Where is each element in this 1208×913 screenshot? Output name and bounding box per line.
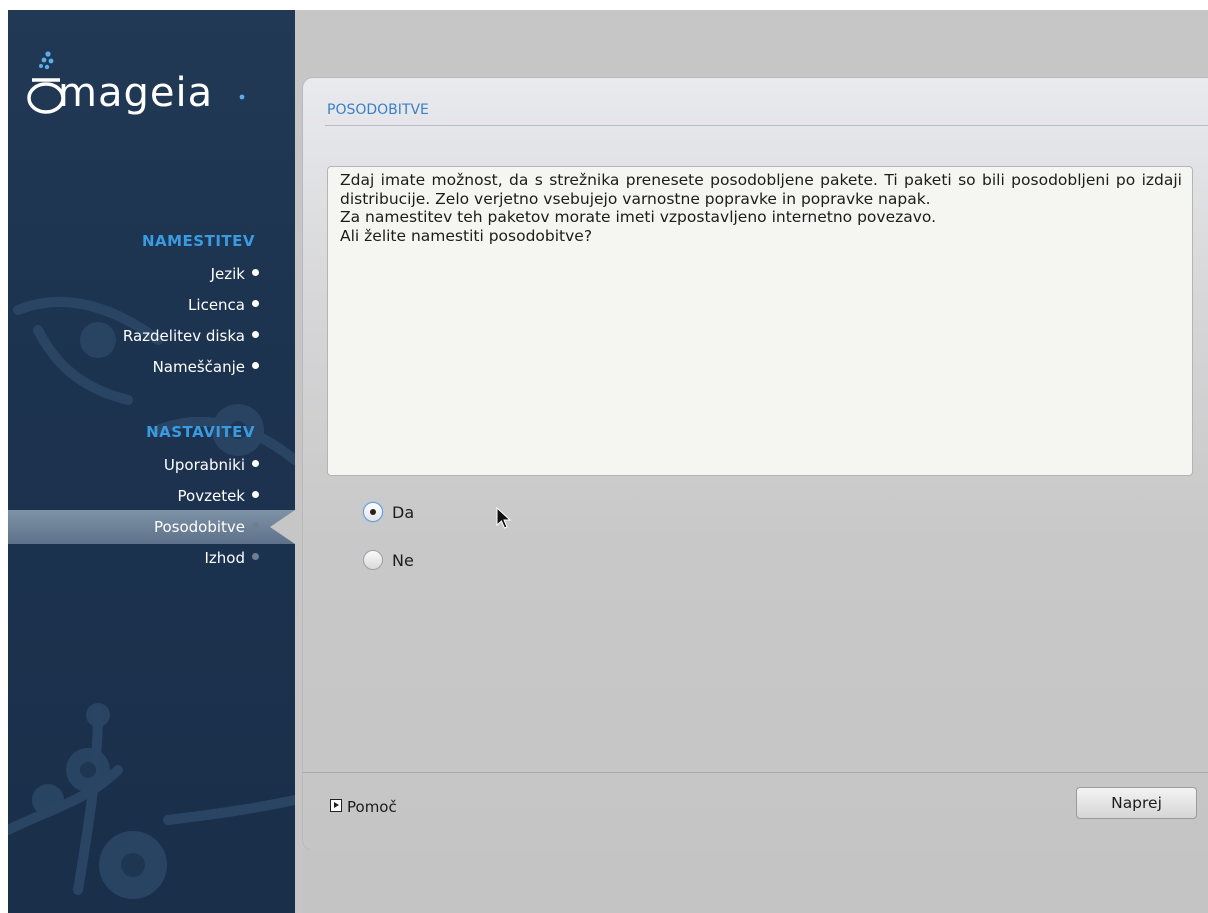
active-step-arrow bbox=[270, 510, 295, 544]
step-done-dot-icon bbox=[252, 362, 259, 369]
description-line: Za namestitev teh paketov morate imeti v… bbox=[340, 208, 937, 226]
step-done-dot-icon bbox=[252, 300, 259, 307]
description-paragraph: Zdaj imate možnost, da s strežnika prene… bbox=[340, 171, 1182, 208]
section-title-configure: NASTAVITEV bbox=[146, 423, 255, 441]
step-done-dot-icon bbox=[252, 460, 259, 467]
next-button[interactable]: Naprej bbox=[1076, 787, 1197, 819]
step-pending-dot-icon bbox=[252, 553, 259, 560]
sidebar-item-label: Izhod bbox=[204, 549, 245, 567]
help-expander[interactable]: Pomoč bbox=[330, 796, 397, 818]
description-question: Ali želite namestiti posodobitve? bbox=[340, 226, 593, 245]
option-yes-label[interactable]: Da bbox=[392, 500, 414, 526]
sidebar-item-label: Jezik bbox=[210, 265, 245, 283]
radio-checked-icon[interactable] bbox=[363, 502, 383, 522]
sidebar-item-label: Razdelitev diska bbox=[122, 327, 245, 345]
option-no-label[interactable]: Ne bbox=[392, 548, 414, 574]
sidebar-item-label: Licenca bbox=[188, 296, 245, 314]
updates-panel: POSODOBITVE Zdaj imate možnost, da s str… bbox=[303, 78, 1208, 850]
section-title-install: NAMESTITEV bbox=[141, 232, 255, 250]
sidebar-item-partitioning: Razdelitev diska bbox=[123, 322, 259, 350]
step-done-dot-icon bbox=[252, 491, 259, 498]
bottom-background bbox=[303, 850, 1208, 913]
sidebar: mageia NAMESTITEV Jezik Licenca Razdelit… bbox=[8, 10, 295, 913]
sidebar-item-label: Nameščanje bbox=[152, 358, 245, 376]
sidebar-item-license: Licenca bbox=[188, 291, 259, 319]
title-divider bbox=[325, 125, 1208, 126]
radio-unchecked-icon[interactable] bbox=[363, 550, 383, 570]
step-current-dot-icon bbox=[252, 522, 259, 529]
sidebar-item-installing: Nameščanje bbox=[153, 353, 259, 381]
footer-divider bbox=[303, 772, 1208, 773]
sidebar-item-language: Jezik bbox=[211, 260, 259, 288]
sidebar-item-users: Uporabniki bbox=[164, 451, 259, 479]
description-textbox[interactable]: Zdaj imate možnost, da s strežnika prene… bbox=[327, 166, 1193, 476]
sidebar-item-updates: Posodobitve bbox=[154, 513, 259, 541]
mouse-pointer-icon bbox=[496, 507, 512, 529]
step-done-dot-icon bbox=[252, 331, 259, 338]
sidebar-item-label: Posodobitve bbox=[153, 518, 245, 536]
installer-screen: mageia NAMESTITEV Jezik Licenca Razdelit… bbox=[8, 10, 1208, 913]
sidebar-item-label: Povzetek bbox=[177, 487, 245, 505]
step-done-dot-icon bbox=[252, 269, 259, 276]
help-label[interactable]: Pomoč bbox=[347, 798, 397, 816]
sidebar-item-label: Uporabniki bbox=[163, 456, 245, 474]
sidebar-item-exit: Izhod bbox=[204, 544, 259, 572]
logo-wordmark: mageia bbox=[58, 70, 214, 116]
expand-triangle-icon[interactable] bbox=[330, 799, 342, 812]
page-title: POSODOBITVE bbox=[327, 102, 429, 118]
sidebar-item-summary: Povzetek bbox=[178, 482, 259, 510]
